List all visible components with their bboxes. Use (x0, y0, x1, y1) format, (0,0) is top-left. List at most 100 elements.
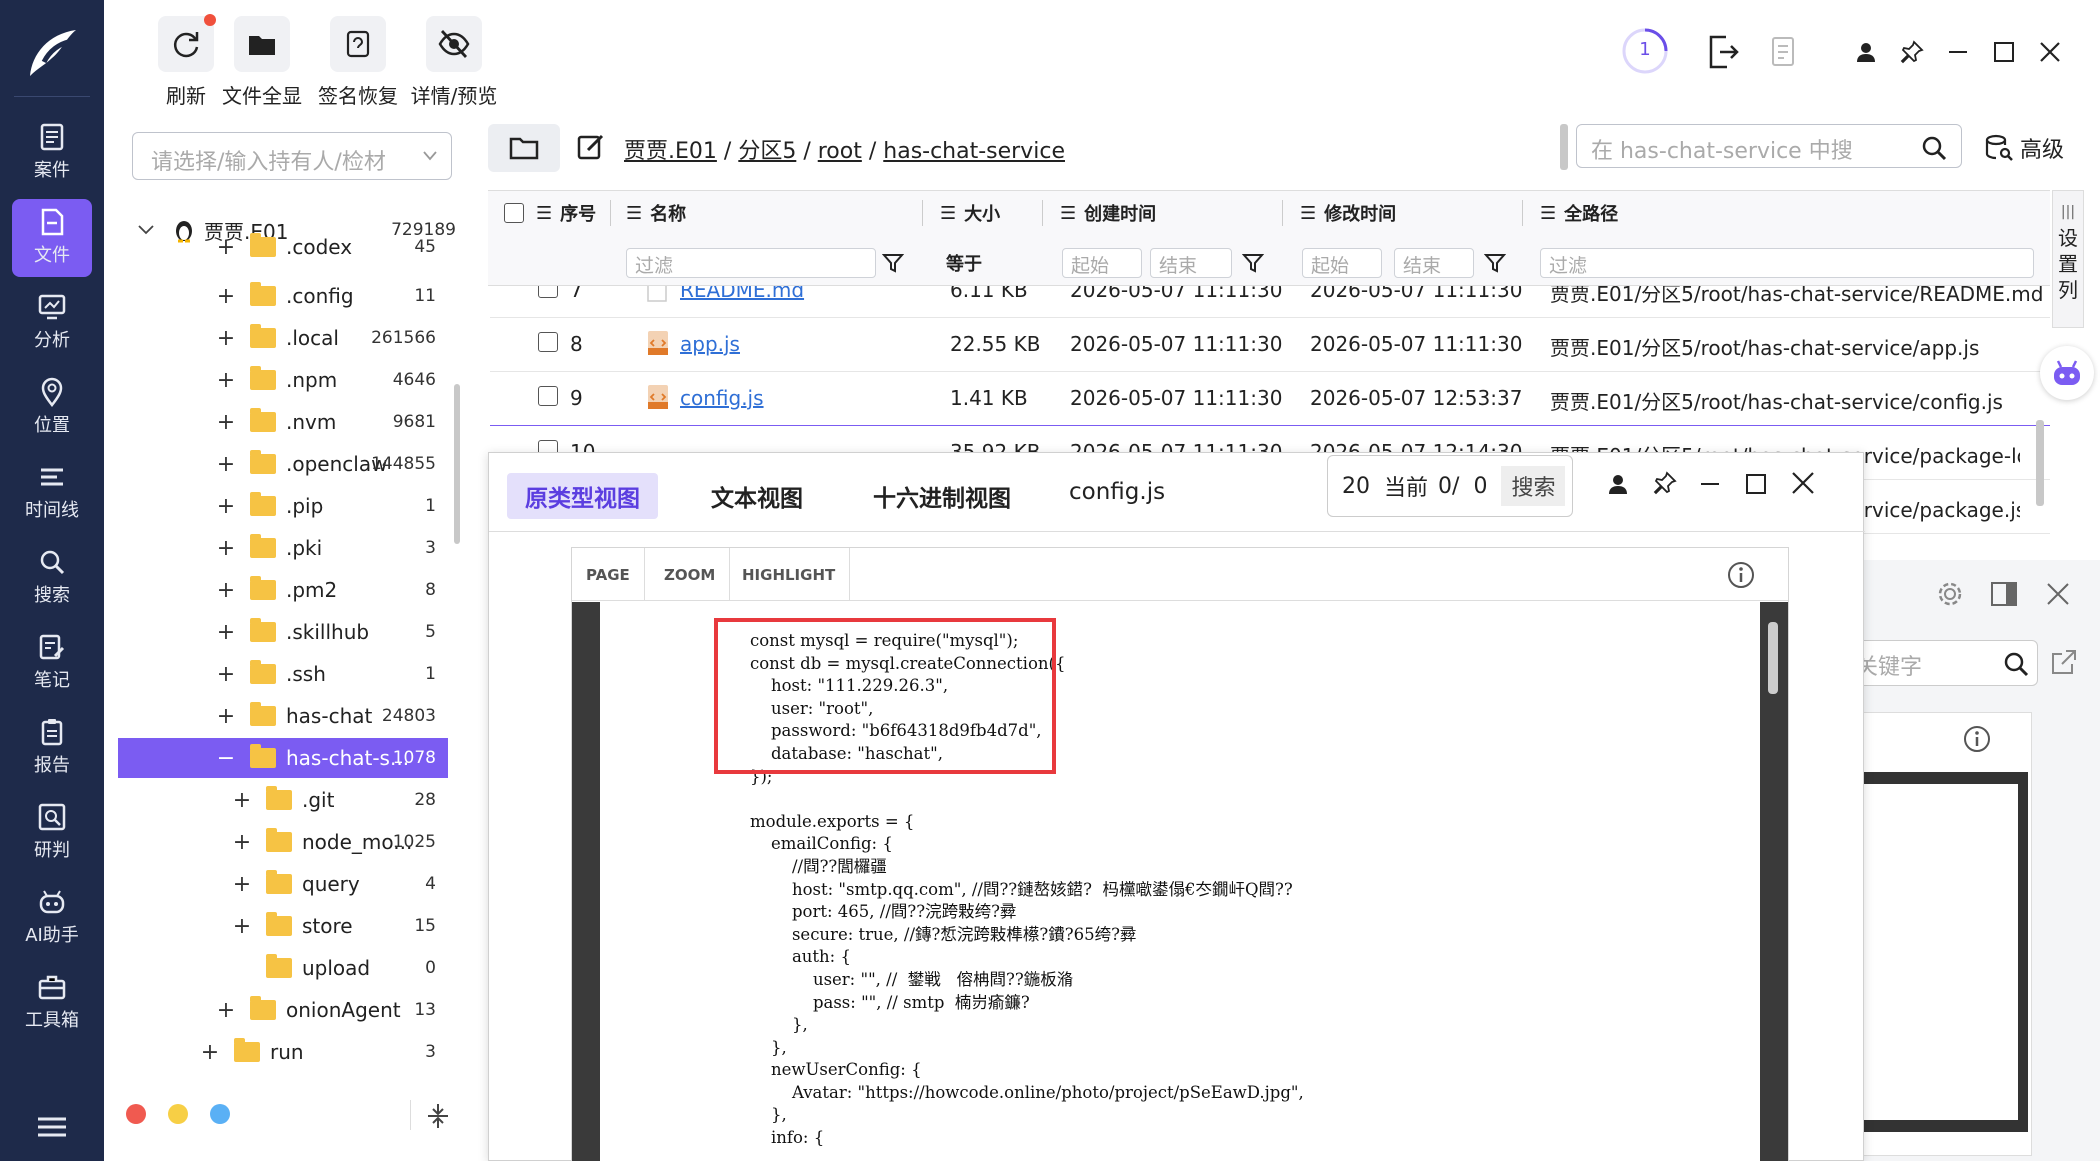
row-checkbox[interactable] (538, 386, 558, 406)
search-icon[interactable] (2003, 651, 2029, 677)
tree-item[interactable]: + node_mo... 1025 (232, 822, 436, 862)
pin-icon[interactable] (1653, 471, 1677, 495)
external-link-icon[interactable] (2050, 648, 2078, 676)
splitter-handle[interactable] (1560, 124, 1568, 170)
tab-raw-view[interactable]: 原类型视图 (507, 473, 658, 519)
pin-icon[interactable] (1894, 34, 1930, 70)
maximize-button[interactable] (1986, 34, 2022, 70)
row-name-link[interactable]: config.js (680, 386, 764, 410)
color-tag-yellow[interactable] (168, 1104, 188, 1124)
viewer-zoom-button[interactable]: ZOOM (650, 548, 731, 600)
row-checkbox[interactable] (538, 286, 558, 298)
user-icon[interactable] (1607, 473, 1629, 495)
color-tag-red[interactable] (126, 1104, 146, 1124)
rail-item-files[interactable]: 文件 (12, 199, 92, 277)
row-checkbox[interactable] (538, 332, 558, 352)
tree-item-selected[interactable]: − has-chat-s... 1078 (118, 738, 448, 778)
select-all-checkbox[interactable] (504, 203, 524, 223)
panel-layout-icon[interactable] (1990, 580, 2018, 608)
rail-item-judge[interactable]: 研判 (12, 794, 92, 872)
document-icon[interactable] (1770, 36, 1798, 68)
created-start-input[interactable]: 起始 (1062, 248, 1142, 278)
tree-item[interactable]: + has-chat 24803 (216, 696, 436, 736)
tree-item[interactable]: + .ssh 1 (216, 654, 436, 694)
tree-item-count: 1078 (392, 748, 436, 768)
tree-item[interactable]: upload 0 (232, 948, 436, 988)
filter-icon[interactable] (882, 252, 904, 274)
folder-nav-button[interactable] (488, 124, 560, 172)
modified-end-input[interactable]: 结束 (1394, 248, 1474, 278)
tree-item[interactable]: + .pm2 8 (216, 570, 436, 610)
filter-icon[interactable] (1484, 252, 1506, 274)
row-name-link[interactable]: app.js (680, 332, 740, 356)
rail-item-notes[interactable]: 笔记 (12, 624, 92, 702)
rail-item-case[interactable]: 案件 (12, 114, 92, 192)
table-row[interactable]: 8 app.js 22.55 KB 2026-05-07 11:11:30 20… (490, 318, 2050, 372)
filter-icon[interactable] (1242, 252, 1264, 274)
col-size[interactable]: ☰ 大小 (940, 198, 1000, 228)
size-filter-mode[interactable]: 等于 (946, 250, 982, 276)
tab-text-view[interactable]: 文本视图 (693, 473, 821, 519)
signature-restore-button[interactable]: 签名恢复 (310, 16, 406, 109)
tab-hex-view[interactable]: 十六进制视图 (855, 473, 1029, 519)
breadcrumb-item[interactable]: has-chat-service (883, 139, 1065, 164)
panel-close-icon[interactable] (2046, 582, 2070, 606)
col-fullpath[interactable]: ☰ 全路径 (1540, 198, 1618, 228)
dialog-close-button[interactable] (1791, 471, 1815, 495)
minimize-button[interactable] (1940, 34, 1976, 70)
edit-path-icon[interactable] (576, 132, 606, 162)
viewer-page-button[interactable]: PAGE (572, 548, 645, 600)
ai-assistant-fab[interactable] (2040, 346, 2094, 400)
col-modified[interactable]: ☰ 修改时间 (1300, 198, 1396, 228)
table-row-selected[interactable]: 9 config.js 1.41 KB 2026-05-07 11:11:30 … (490, 372, 2050, 426)
viewer-highlight-button[interactable]: HIGHLIGHT (728, 548, 851, 600)
color-tag-blue[interactable] (210, 1104, 230, 1124)
details-preview-button[interactable]: 详情/预览 (406, 16, 502, 109)
export-icon[interactable] (1706, 34, 1740, 70)
show-all-files-button[interactable]: 文件全显 (214, 16, 310, 109)
collapse-all-icon[interactable] (426, 1102, 450, 1130)
breadcrumb-item[interactable]: 贾贾.E01 (624, 139, 717, 164)
find-input-value[interactable]: 20 (1342, 474, 1370, 499)
rail-item-search[interactable]: 搜索 (12, 539, 92, 617)
keyword-search-input[interactable]: 请输入关键字 (1860, 640, 2038, 686)
col-index[interactable]: ☰ 序号 (536, 198, 596, 228)
tree-item[interactable]: + .skillhub 5 (216, 612, 436, 652)
owner-selector[interactable]: 请选择/输入持有人/检材 (132, 132, 452, 180)
gear-icon[interactable] (1936, 580, 1964, 608)
breadcrumb-item[interactable]: root (818, 139, 862, 164)
viewer-scrollbar[interactable] (1768, 622, 1778, 694)
breadcrumb-item[interactable]: 分区5 (738, 139, 796, 164)
search-icon[interactable] (1921, 135, 1947, 161)
tree-item[interactable]: + query 4 (232, 864, 436, 904)
name-filter-input[interactable]: 过滤 (626, 248, 876, 278)
tree-item[interactable]: + run 3 (200, 1032, 436, 1072)
folder-search-input[interactable]: 在 has-chat-service 中搜 (1576, 124, 1962, 168)
modified-start-input[interactable]: 起始 (1302, 248, 1382, 278)
dialog-minimize-button[interactable] (1699, 473, 1721, 495)
settings-columns-tab[interactable]: ||| 设置列 (2052, 190, 2084, 328)
table-scrollbar[interactable] (2036, 420, 2044, 506)
tree-item[interactable]: + store 15 (232, 906, 436, 946)
col-created[interactable]: ☰ 创建时间 (1060, 198, 1156, 228)
tree-item[interactable]: + .git 28 (232, 780, 436, 820)
rail-item-ai-assistant[interactable]: AI助手 (12, 879, 92, 957)
find-search-button[interactable]: 搜索 (1501, 466, 1566, 506)
rail-item-report[interactable]: 报告 (12, 709, 92, 787)
info-icon[interactable] (1726, 560, 1756, 590)
rail-item-toolbox[interactable]: 工具箱 (12, 964, 92, 1042)
task-progress-indicator[interactable]: 1 (1620, 26, 1670, 76)
dialog-maximize-button[interactable] (1745, 473, 1767, 495)
tree-item[interactable]: + onionAgent 13 (216, 990, 436, 1030)
info-icon[interactable] (1962, 724, 1992, 754)
path-filter-input[interactable]: 过滤 (1540, 248, 2034, 278)
advanced-search-button[interactable]: 高级 (1984, 132, 2064, 164)
table-row[interactable]: 7 README.md 6.11 KB 2026-05-07 11:11:30 … (490, 286, 2050, 318)
row-name-link[interactable]: README.md (680, 286, 804, 302)
created-end-input[interactable]: 结束 (1150, 248, 1232, 278)
close-button[interactable] (2032, 34, 2068, 70)
menu-icon[interactable] (34, 1112, 70, 1142)
user-icon[interactable] (1848, 34, 1884, 70)
col-name[interactable]: ☰ 名称 (626, 198, 686, 228)
tree-item[interactable]: + .codex 45 (216, 232, 436, 262)
